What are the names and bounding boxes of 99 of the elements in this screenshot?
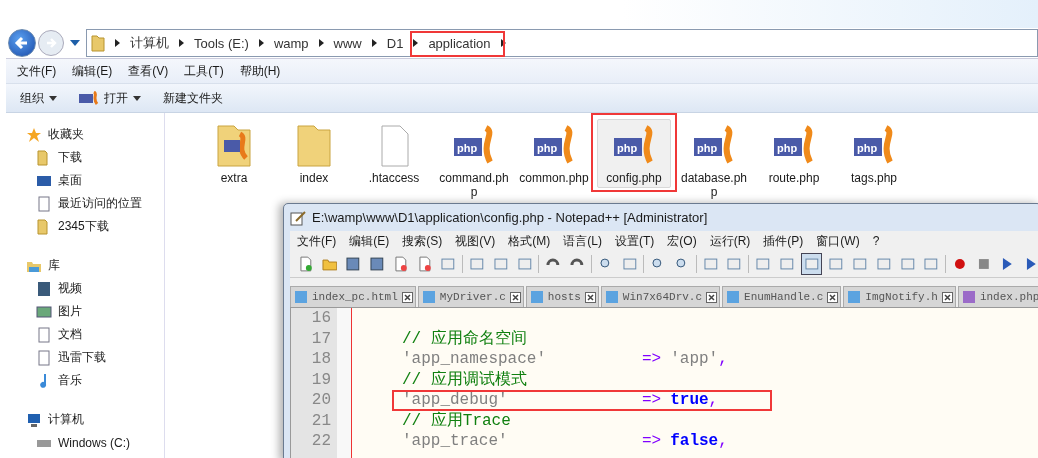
- chevron-icon[interactable]: [371, 39, 377, 47]
- history-dropdown-icon[interactable]: [70, 40, 80, 46]
- code-line: // 应用Trace: [402, 413, 511, 428]
- file-item[interactable]: extra: [197, 119, 271, 188]
- menu-item[interactable]: 编辑(E): [71, 60, 114, 82]
- nav-item-icon: [36, 349, 52, 366]
- nav-item-icon: [36, 303, 52, 320]
- nav-item[interactable]: 文档: [58, 326, 82, 343]
- nav-item-icon: [36, 195, 52, 212]
- line-number: 22: [311, 431, 331, 452]
- file-tab[interactable]: EnumHandle.c: [722, 286, 842, 307]
- menu-item[interactable]: 文件(F): [16, 60, 58, 82]
- chevron-icon[interactable]: [500, 39, 506, 47]
- window-title: E:\wamp\www\D1\application\config.php - Notepad++ [Administrator]: [312, 210, 708, 225]
- file-tab[interactable]: index_pc.html: [290, 286, 416, 307]
- nav-item[interactable]: 下载: [58, 149, 82, 166]
- toolbar-button[interactable]: 打开: [75, 86, 145, 110]
- line-number: 19: [311, 369, 331, 390]
- file-tab[interactable]: hosts: [525, 286, 599, 307]
- close-icon[interactable]: [706, 291, 718, 303]
- file-tab[interactable]: Win7x64Drv.c: [600, 286, 721, 307]
- menu-item[interactable]: 帮助(H): [238, 60, 282, 82]
- breadcrumb-item[interactable]: 计算机: [130, 31, 169, 54]
- line-number: 20: [311, 390, 331, 411]
- file-item[interactable]: php command.php: [437, 119, 511, 202]
- caret-icon: [49, 95, 57, 101]
- file-tab[interactable]: ImgNotify.h: [843, 286, 956, 307]
- menu-item[interactable]: 格式(M): [507, 230, 552, 252]
- code-line: // 应用命名空间: [402, 331, 527, 346]
- nav-item[interactable]: 2345下载: [58, 218, 109, 235]
- line-number: 21: [311, 410, 331, 431]
- menu-item[interactable]: 插件(P): [762, 230, 805, 252]
- chevron-icon[interactable]: [318, 39, 324, 47]
- close-icon[interactable]: [941, 291, 953, 303]
- nav-item[interactable]: 桌面: [58, 172, 82, 189]
- nav-item[interactable]: 图片: [58, 303, 82, 320]
- caret-icon: [133, 95, 141, 101]
- file-item[interactable]: index: [277, 119, 351, 188]
- php-icon: [79, 91, 99, 105]
- file-item[interactable]: php common.php: [517, 119, 591, 188]
- file-tab[interactable]: MyDriver.c: [417, 286, 524, 307]
- nav-item[interactable]: Windows (C:): [58, 435, 130, 450]
- menu-item[interactable]: 设置(T): [614, 230, 656, 252]
- notepad-icon: [290, 209, 306, 226]
- code-line: 'app_trace' => false,: [402, 434, 728, 449]
- back-button[interactable]: [8, 29, 36, 57]
- menu-item[interactable]: 搜索(S): [401, 230, 444, 252]
- menu-item[interactable]: 工具(T): [183, 60, 225, 82]
- file-item[interactable]: php database.php: [677, 119, 751, 202]
- menu-item[interactable]: 查看(V): [127, 60, 170, 82]
- chevron-icon[interactable]: [115, 39, 120, 47]
- nav-item[interactable]: 迅雷下载: [58, 349, 106, 366]
- chevron-icon[interactable]: [413, 39, 419, 47]
- nav-icon: [26, 411, 42, 428]
- close-icon[interactable]: [584, 291, 596, 303]
- file-item[interactable]: php config.php: [597, 119, 671, 188]
- menu-item[interactable]: ?: [871, 232, 881, 250]
- nav-group-label[interactable]: 库: [48, 257, 60, 274]
- toolbar-icon[interactable]: [800, 253, 823, 275]
- address-bar[interactable]: 计算机 Tools (E:) wamp www D1 application: [86, 29, 1038, 57]
- line-number: 17: [311, 328, 331, 349]
- menu-item[interactable]: 宏(O): [666, 230, 698, 252]
- line-number: 18: [311, 349, 331, 370]
- nav-item-icon: [36, 326, 52, 343]
- file-item[interactable]: .htaccess: [357, 119, 431, 188]
- menu-item[interactable]: 运行(R): [708, 230, 752, 252]
- code-editor[interactable]: 16 17 18 19 20 21 22 // 应用命名空间 'app_namespace' => 'app', // 应用调试模式 'app_debug' => true, // 应用Trace 'app_trace' => false,: [290, 307, 1038, 458]
- file-item[interactable]: php tags.php: [837, 119, 911, 188]
- code-line: 'app_namespace' => 'app',: [402, 352, 728, 367]
- breadcrumb-item[interactable]: www: [333, 31, 362, 55]
- nav-item[interactable]: 最近访问的位置: [58, 195, 142, 212]
- nav-group-label[interactable]: 计算机: [48, 411, 84, 428]
- close-icon[interactable]: [401, 291, 413, 303]
- code-line: // 应用调试模式: [402, 372, 527, 387]
- chevron-icon[interactable]: [258, 39, 264, 47]
- nav-item[interactable]: 音乐: [58, 372, 82, 389]
- close-icon[interactable]: [509, 291, 521, 303]
- breadcrumb-item[interactable]: Tools (E:): [194, 31, 249, 55]
- close-icon[interactable]: [827, 291, 839, 303]
- menu-item[interactable]: 语言(L): [562, 230, 603, 252]
- menu-item[interactable]: 窗口(W): [815, 230, 861, 252]
- file-tab[interactable]: index.php: [957, 286, 1038, 307]
- nav-group-label[interactable]: 收藏夹: [48, 126, 84, 143]
- chevron-icon[interactable]: [179, 39, 184, 47]
- code-line: 'app_debug' => true,: [402, 393, 719, 408]
- menu-item[interactable]: 视图(V): [454, 230, 497, 252]
- menu-item[interactable]: 文件(F): [296, 230, 338, 252]
- toolbar-button[interactable]: 组织: [16, 86, 61, 110]
- breadcrumb-item[interactable]: wamp: [273, 31, 309, 55]
- toolbar-button[interactable]: 新建文件夹: [159, 86, 227, 110]
- menu-item[interactable]: 编辑(E): [348, 230, 391, 252]
- breadcrumb-item[interactable]: application: [428, 31, 491, 55]
- line-number: 16: [311, 308, 331, 329]
- nav-item-icon: [36, 280, 52, 297]
- nav-icon: [26, 126, 42, 143]
- folder-icon: [91, 34, 105, 52]
- file-item[interactable]: php route.php: [757, 119, 831, 188]
- breadcrumb-item[interactable]: D1: [386, 31, 404, 55]
- nav-item[interactable]: 视频: [58, 280, 82, 297]
